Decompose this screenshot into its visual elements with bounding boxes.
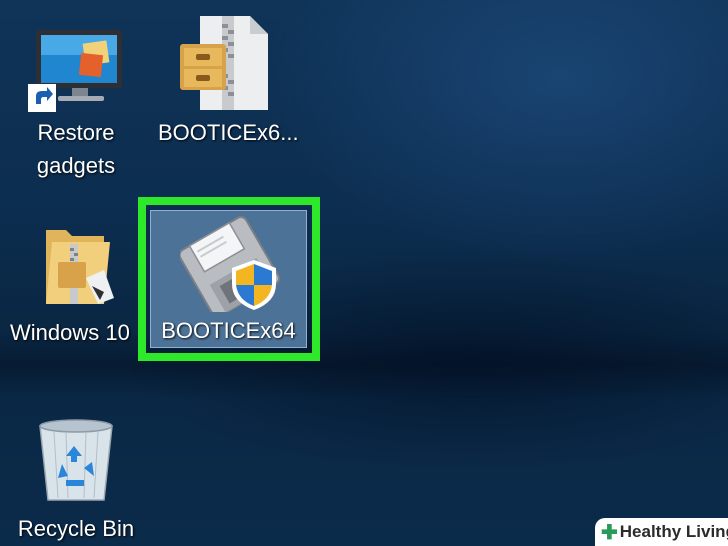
zip-folder-icon [46,230,114,304]
watermark-text: Healthy Living [619,522,728,541]
icon-label: Recycle Bin [17,516,135,541]
monitor-shortcut-icon [28,30,122,112]
recycle-bin-icon [39,419,113,501]
icon-label: BOOTICEx64 [161,318,296,343]
plus-icon: ✚ [601,521,618,544]
icon-label: BOOTICEx6... [158,120,299,145]
icon-label: Restore gadgets [36,120,116,178]
zip-archive-icon [180,16,268,110]
healthy-living-watermark: ✚ Healthy Living [595,518,728,546]
icon-label: Windows 10 [10,320,130,345]
floppy-shield-icon [180,216,280,312]
